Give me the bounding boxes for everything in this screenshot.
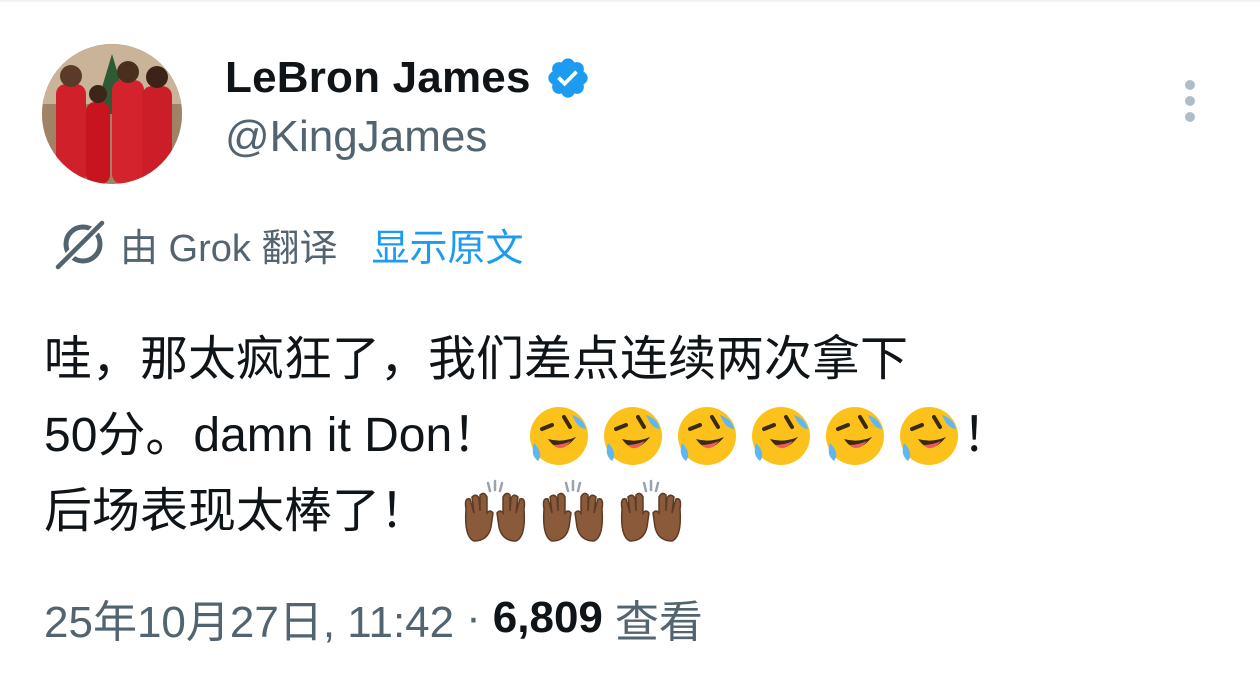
rolling-on-floor-laughing-icon bbox=[530, 407, 589, 465]
rolling-on-floor-laughing-icon bbox=[678, 407, 737, 465]
tweet-line-2-text: 50分。damn it Don！ bbox=[44, 409, 501, 462]
rolling-on-floor-laughing-icon bbox=[604, 407, 663, 465]
tweet-timestamp[interactable]: 25年10月27日, 11:42 bbox=[44, 586, 454, 650]
show-original-link[interactable]: 显示原文 bbox=[371, 217, 523, 272]
avatar[interactable] bbox=[42, 44, 182, 184]
author-display-name[interactable]: LeBron James bbox=[225, 53, 531, 103]
verified-badge-icon bbox=[547, 58, 588, 98]
hands-emoji-group bbox=[452, 479, 686, 545]
rolling-on-floor-laughing-icon bbox=[826, 407, 885, 465]
views-label: 查看 bbox=[614, 598, 703, 647]
translated-by-label: 由 Grok 翻译 bbox=[120, 227, 338, 270]
tweet-line-3-text: 后场表现太棒了！ bbox=[44, 485, 429, 538]
meta-separator: · bbox=[466, 593, 481, 642]
rolling-on-floor-laughing-icon bbox=[752, 407, 811, 465]
tweet-meta: 25年10月27日, 11:42 · 6,809 查看 bbox=[44, 588, 703, 648]
top-divider bbox=[0, 0, 1260, 2]
author-handle[interactable]: @KingJames bbox=[225, 112, 487, 162]
tweet-line-1: 哇，那太疯狂了，我们差点连续两次拿下 bbox=[44, 322, 1244, 398]
views-count: 6,809 bbox=[492, 593, 603, 642]
tweet-line-2-suffix: ！ bbox=[962, 409, 1011, 462]
tweet-line-1-text: 哇，那太疯狂了，我们差点连续两次拿下 bbox=[44, 333, 909, 386]
raising-hands-icon bbox=[464, 479, 526, 542]
rolling-on-floor-laughing-icon bbox=[900, 407, 959, 465]
tweet-line-3: 后场表现太棒了！ bbox=[44, 474, 1244, 550]
tweet-line-2: 50分。damn it Don！ ！ bbox=[44, 398, 1244, 474]
more-dot-icon bbox=[1185, 96, 1195, 106]
grok-icon bbox=[54, 219, 106, 271]
author-name-row[interactable]: LeBron James bbox=[225, 48, 591, 108]
more-dot-icon bbox=[1185, 80, 1195, 90]
tweet-text: 哇，那太疯狂了，我们差点连续两次拿下 50分。damn it Don！ ！ 后场… bbox=[44, 322, 1244, 550]
profile-photo-icon bbox=[42, 44, 182, 184]
more-options-button[interactable] bbox=[1172, 76, 1208, 126]
translation-row: 由 Grok 翻译 显示原文 bbox=[52, 216, 523, 272]
more-dot-icon bbox=[1185, 112, 1195, 122]
raising-hands-icon bbox=[620, 479, 682, 542]
raising-hands-icon bbox=[542, 479, 604, 542]
laugh-emoji-group bbox=[518, 403, 962, 469]
